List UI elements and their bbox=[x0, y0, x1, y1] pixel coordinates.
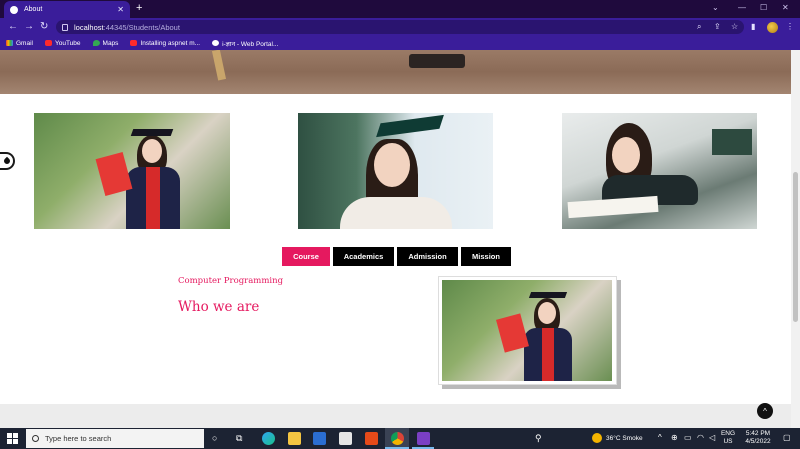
bookmark-maps[interactable]: Maps bbox=[92, 39, 119, 47]
taskbar-search-box[interactable]: Type here to search bbox=[26, 429, 204, 448]
cortana-icon[interactable]: ○ bbox=[212, 432, 217, 445]
chevron-down-icon[interactable]: ⌄ bbox=[712, 3, 719, 12]
bookmark-web-portal[interactable]: i-ज्ञान - Web Portal... bbox=[212, 39, 278, 48]
language-indicator[interactable]: ENG US bbox=[720, 430, 736, 446]
windows-start-icon[interactable] bbox=[7, 433, 18, 444]
scroll-to-top-button[interactable]: ^ bbox=[757, 403, 773, 419]
share-icon[interactable]: ⇪ bbox=[714, 22, 721, 31]
gallery-photo-student-reading bbox=[562, 113, 757, 229]
clock-date: 4/5/2022 bbox=[745, 438, 771, 445]
banner-pencil bbox=[211, 50, 227, 81]
volume-icon[interactable]: ◁ bbox=[709, 434, 715, 442]
task-view-icon[interactable]: ⧉ bbox=[236, 432, 242, 445]
tab-favicon-icon bbox=[10, 5, 18, 14]
profile-avatar[interactable] bbox=[767, 22, 778, 33]
footer-strip bbox=[0, 404, 791, 428]
youtube-icon bbox=[44, 40, 52, 46]
tab-title: About bbox=[24, 6, 43, 13]
maximize-icon[interactable]: ☐ bbox=[760, 3, 767, 12]
chrome-icon[interactable] bbox=[391, 432, 404, 445]
section-heading: Who we are bbox=[178, 299, 260, 315]
search-icon bbox=[32, 435, 39, 442]
web-portal-icon bbox=[212, 40, 220, 46]
clock-time: 5:42 PM bbox=[745, 430, 771, 437]
clock[interactable]: 5:42 PM 4/5/2022 bbox=[741, 430, 775, 446]
language-bottom: US bbox=[723, 438, 733, 445]
chevron-up-icon: ^ bbox=[763, 406, 767, 416]
forward-icon[interactable]: → bbox=[24, 20, 34, 34]
section-subtitle: Computer Programming bbox=[178, 276, 284, 286]
search-placeholder: Type here to search bbox=[45, 434, 112, 443]
screen: About ✕ + ⌄ — ☐ ✕ ← → ↻ localhost :44345… bbox=[0, 0, 800, 449]
page-content: Course Academics Admission Mission Compu… bbox=[0, 50, 791, 428]
file-explorer-icon[interactable] bbox=[288, 432, 301, 445]
minimize-icon[interactable]: — bbox=[738, 3, 746, 12]
bookmark-youtube[interactable]: YouTube bbox=[44, 39, 81, 47]
bookmark-label: Maps bbox=[102, 39, 119, 47]
network-icon[interactable]: ⊕ bbox=[671, 434, 678, 442]
address-bar[interactable]: localhost :44345/Students/About bbox=[56, 20, 744, 34]
url-path: :44345/Students/About bbox=[103, 22, 180, 32]
browser-toolbar: ← → ↻ localhost :44345/Students/About ⌕ … bbox=[0, 18, 800, 36]
youtube-icon bbox=[130, 40, 138, 46]
bookmark-gmail[interactable]: Gmail bbox=[6, 40, 33, 47]
menu-icon[interactable]: ⋮ bbox=[786, 22, 794, 31]
bookmark-label: i-ज्ञान - Web Portal... bbox=[222, 40, 279, 48]
url-host: localhost bbox=[74, 22, 104, 32]
battery-icon[interactable]: ▭ bbox=[684, 434, 692, 442]
maps-icon bbox=[92, 40, 100, 46]
tab-close-icon[interactable]: ✕ bbox=[117, 5, 124, 14]
tab-mission[interactable]: Mission bbox=[461, 247, 511, 266]
browser-tab[interactable]: About ✕ bbox=[4, 1, 130, 18]
banner-object bbox=[409, 54, 465, 68]
gallery-photo-smiling-graduate bbox=[298, 113, 493, 229]
lock-icon bbox=[62, 23, 68, 31]
language-top: ENG bbox=[720, 430, 736, 437]
drop-icon bbox=[2, 156, 11, 166]
weather-text[interactable]: 36°C Smoke bbox=[606, 435, 643, 443]
bookmark-label: Installing aspnet m... bbox=[140, 39, 201, 47]
framed-photo bbox=[438, 276, 617, 385]
notifications-icon[interactable]: ▢ bbox=[783, 434, 791, 442]
store-icon[interactable] bbox=[313, 432, 326, 445]
edge-icon[interactable] bbox=[262, 432, 275, 445]
scrollbar-thumb[interactable] bbox=[793, 172, 798, 322]
back-icon[interactable]: ← bbox=[8, 20, 18, 34]
visual-studio-icon[interactable] bbox=[417, 432, 430, 445]
weather-icon bbox=[592, 433, 602, 443]
close-window-icon[interactable]: ✕ bbox=[782, 3, 789, 12]
tab-admission[interactable]: Admission bbox=[397, 247, 458, 266]
zoom-icon[interactable]: ⌕ bbox=[697, 22, 701, 32]
header-banner-image bbox=[0, 50, 791, 94]
bookmarks-bar: Gmail YouTube Maps Installing aspnet m..… bbox=[0, 36, 800, 50]
chevron-up-tray-icon[interactable]: ^ bbox=[658, 434, 662, 442]
tab-course[interactable]: Course bbox=[282, 247, 330, 266]
office-icon[interactable] bbox=[365, 432, 378, 445]
section-tabs: Course Academics Admission Mission bbox=[282, 247, 511, 266]
bookmark-label: Gmail bbox=[16, 39, 33, 47]
gallery-photo-graduate-diploma bbox=[34, 113, 230, 229]
people-icon[interactable]: ⚲ bbox=[535, 432, 542, 445]
reload-icon[interactable]: ↻ bbox=[40, 20, 48, 34]
side-panel-icon[interactable]: ▮ bbox=[751, 22, 755, 31]
bookmark-installing-aspnet[interactable]: Installing aspnet m... bbox=[130, 40, 200, 47]
wifi-icon[interactable]: ◠ bbox=[697, 434, 704, 442]
new-tab-button[interactable]: + bbox=[136, 2, 142, 14]
mail-icon[interactable] bbox=[339, 432, 352, 445]
gmail-icon bbox=[6, 40, 13, 46]
framed-photo-graduate bbox=[442, 280, 612, 381]
bookmark-label: YouTube bbox=[54, 39, 81, 47]
accessibility-toggle[interactable] bbox=[0, 152, 15, 170]
tab-academics[interactable]: Academics bbox=[333, 247, 394, 266]
windows-taskbar: Type here to search ○ ⧉ ⚲ 36°C Smoke ^ ⊕… bbox=[0, 428, 800, 449]
page-scrollbar[interactable] bbox=[791, 50, 800, 428]
star-icon[interactable]: ☆ bbox=[731, 22, 738, 31]
browser-tab-strip: About ✕ + ⌄ — ☐ ✕ bbox=[0, 0, 800, 18]
